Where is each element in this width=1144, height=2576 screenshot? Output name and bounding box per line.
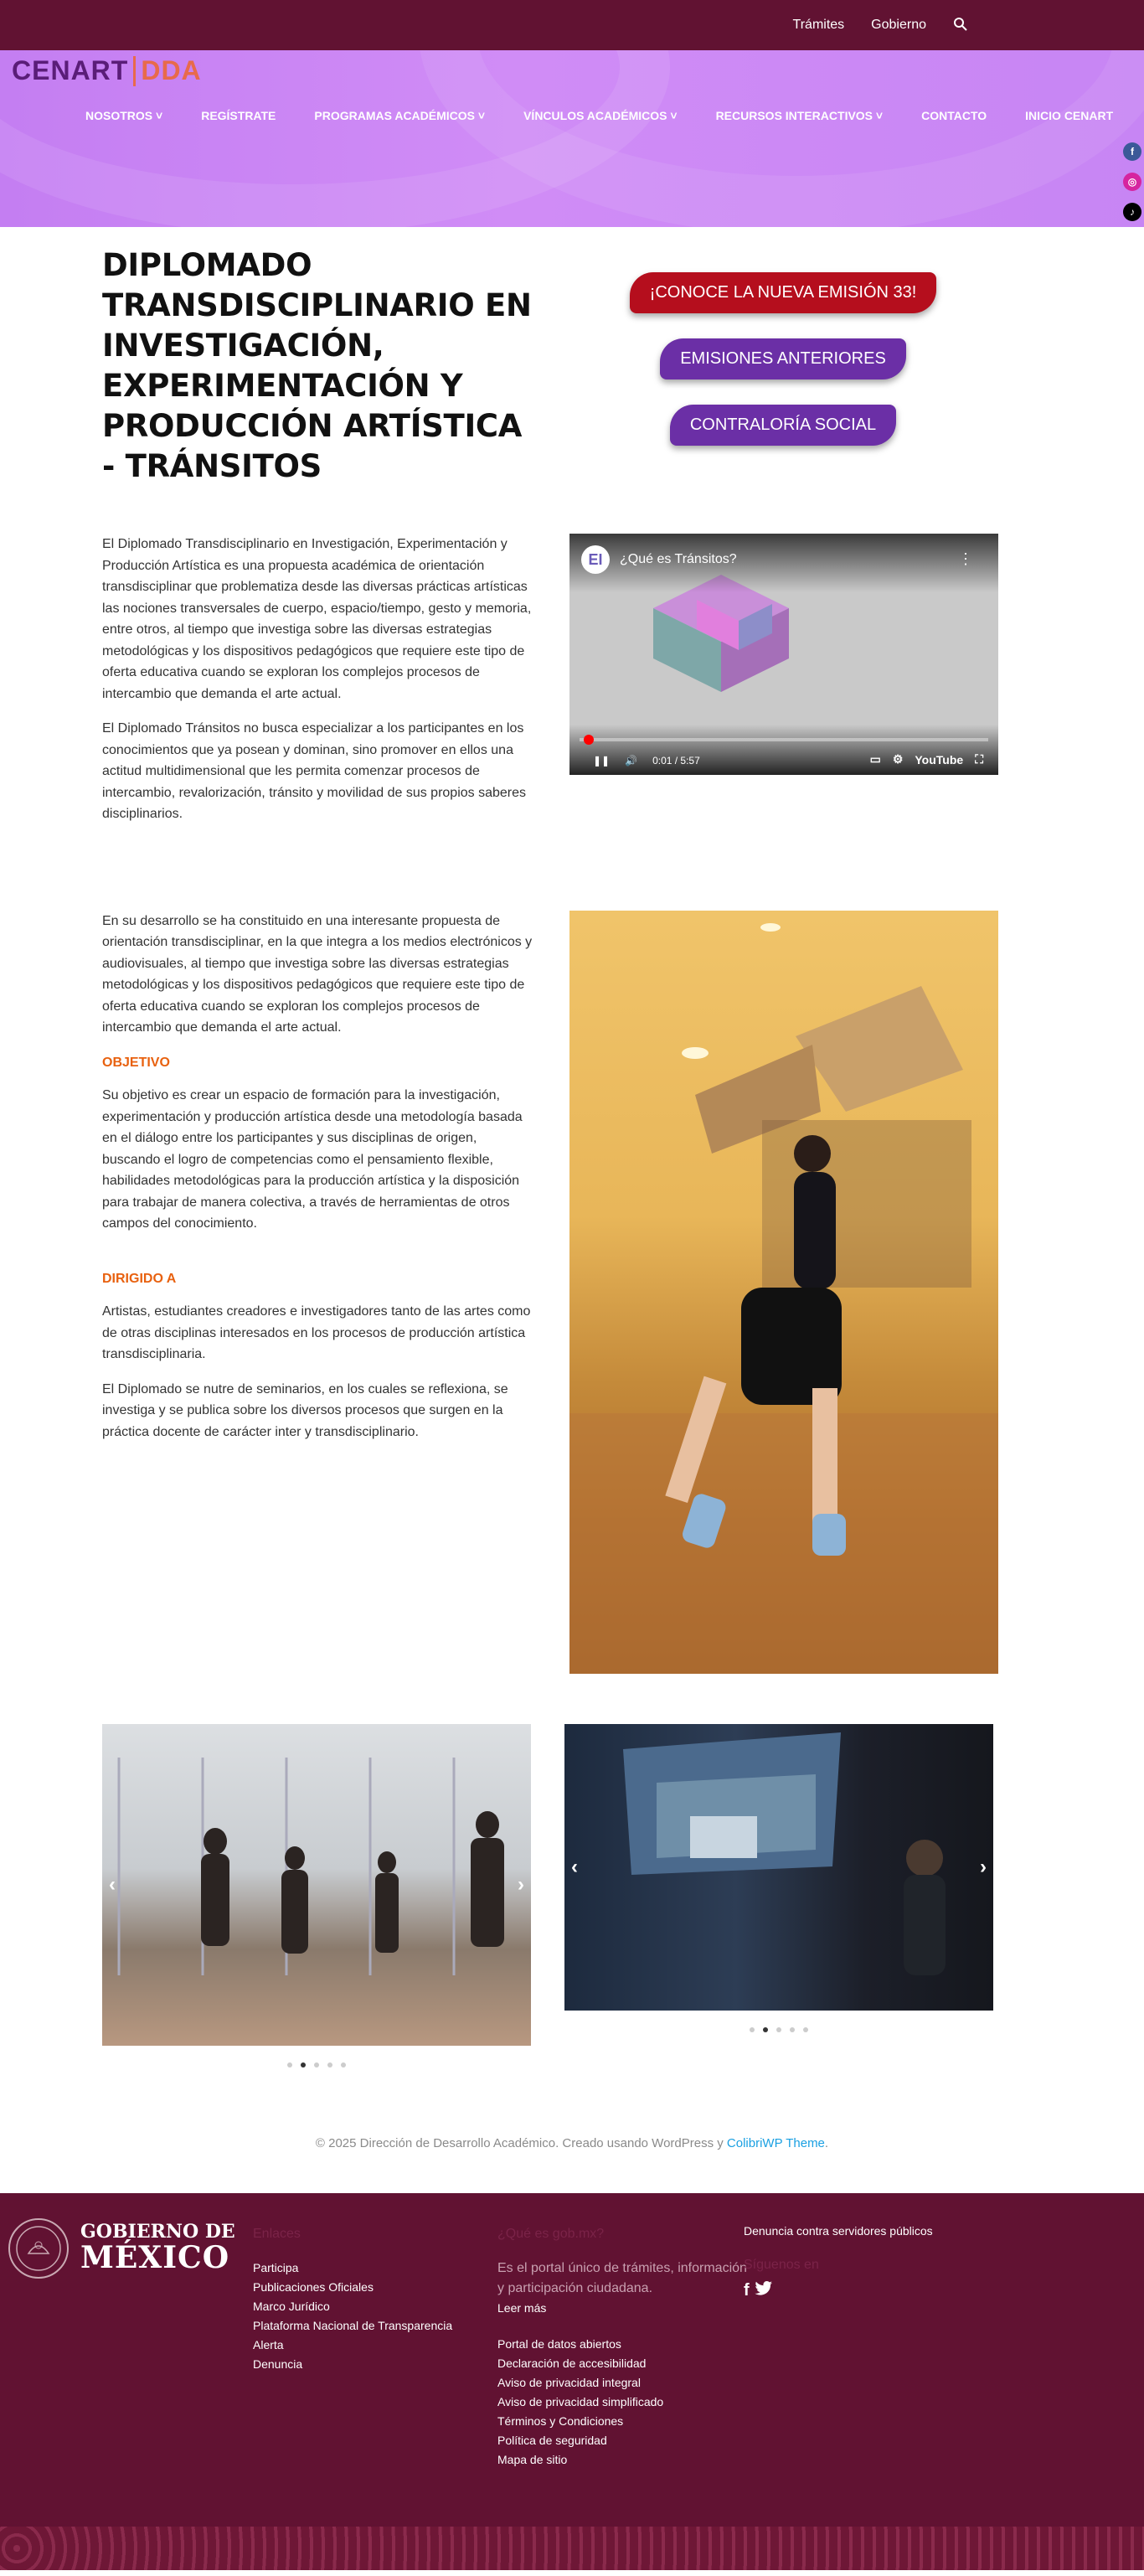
footer-facebook-icon[interactable]: f [744, 2281, 750, 2301]
video-title[interactable]: ¿Qué es Tránsitos? [620, 552, 737, 567]
video-progress-bar[interactable] [580, 735, 988, 745]
dot[interactable] [341, 2062, 346, 2068]
dirigido-heading: DIRIGIDO A [102, 1271, 177, 1286]
progress-knob[interactable] [583, 735, 594, 745]
dot[interactable] [314, 2062, 319, 2068]
settings-icon[interactable]: ⚙ [893, 752, 904, 767]
dot[interactable] [750, 2026, 755, 2032]
logo-dda: DDA [141, 55, 202, 85]
volume-icon[interactable]: 🔊 [625, 755, 637, 767]
credit-end: . [824, 2135, 829, 2150]
colibri-link[interactable]: ColibriWP Theme [727, 2136, 825, 2150]
dot[interactable] [327, 2062, 332, 2068]
development-paragraph: En su desarrollo se ha constituido en un… [102, 913, 533, 1035]
carousel-1[interactable]: ‹ › [102, 1723, 531, 2068]
footer-link-denuncia[interactable]: Denuncia [253, 2355, 452, 2374]
more-options-icon[interactable]: ⋮ [958, 550, 973, 568]
carousel-1-next-arrow[interactable]: › [518, 1873, 524, 1897]
nav-item-recursos[interactable]: RECURSOS INTERACTIVOS ˅ [716, 109, 884, 122]
footer-link-pnt[interactable]: Plataforma Nacional de Transparencia [253, 2316, 452, 2336]
site-credit: © 2025 Dirección de Desarrollo Académico… [0, 2136, 1144, 2193]
nav-item-contacto[interactable]: CONTACTO [921, 109, 987, 122]
credit-text: © 2025 Dirección de Desarrollo Académico… [315, 2135, 727, 2150]
gobierno-link[interactable]: Gobierno [871, 18, 926, 33]
search-icon[interactable] [953, 17, 970, 34]
page-title: DIPLOMADO TRANSDISCIPLINARIO EN INVESTIG… [102, 247, 532, 484]
nueva-emision-button[interactable]: ¡CONOCE LA NUEVA EMISIÓN 33! [629, 272, 937, 313]
dot[interactable] [803, 2026, 808, 2032]
objetivo-paragraph: Su objetivo es crear un espacio de forma… [102, 1088, 523, 1231]
nav-item-nosotros[interactable]: NOSOTROS ˅ [85, 109, 162, 122]
intro-paragraph-1: El Diplomado Transdisciplinario en Inves… [102, 537, 532, 701]
channel-avatar[interactable]: EI [581, 545, 610, 574]
subtitles-icon[interactable]: ▭ [870, 752, 881, 767]
intro-paragraph-2: El Diplomado Tránsitos no busca especial… [102, 721, 527, 821]
dance-photo [569, 910, 998, 1674]
footer-link-publicaciones[interactable]: Publicaciones Oficiales [253, 2278, 452, 2297]
instagram-icon[interactable]: ◎ [1123, 173, 1141, 191]
cenart-logo[interactable]: CENART DDA [12, 55, 202, 86]
main-nav: NOSOTROS ˅ REGÍSTRATE PROGRAMAS ACADÉMIC… [0, 109, 1144, 122]
footer-link-alerta[interactable]: Alerta [253, 2336, 452, 2355]
objetivo-heading: OBJETIVO [102, 1055, 170, 1070]
carousel-1-image: ‹ › [102, 1723, 531, 2046]
footer-link-datos[interactable]: Portal de datos abiertos [497, 2335, 749, 2354]
footer-denuncia-servidores[interactable]: Denuncia contra servidores públicos [744, 2222, 933, 2241]
national-seal-icon [8, 2217, 69, 2279]
footer-leer-mas[interactable]: Leer más [497, 2299, 749, 2318]
footer-link-privacidad-integral[interactable]: Aviso de privacidad integral [497, 2373, 749, 2393]
video-player[interactable]: EI ¿Qué es Tránsitos? ⋮ ❚❚ 🔊 0:01 / 5:57… [569, 534, 998, 775]
carousel-2-dots[interactable] [564, 2026, 993, 2032]
carousel-2-next-arrow[interactable]: › [980, 1856, 987, 1879]
nav-item-registrate[interactable]: REGÍSTRATE [201, 109, 276, 122]
carousel-2-image: ‹ › [564, 1723, 993, 2011]
emisiones-anteriores-button[interactable]: EMISIONES ANTERIORES [660, 338, 906, 379]
footer-siguenos-title: Síguenos en [744, 2257, 819, 2272]
footer-gobmx-title: ¿Qué es gob.mx? [497, 2226, 605, 2241]
dot[interactable] [776, 2026, 781, 2032]
footer-link-seguridad[interactable]: Política de seguridad [497, 2431, 749, 2450]
dot[interactable] [763, 2026, 768, 2032]
footer-enlaces-title: Enlaces [253, 2226, 301, 2241]
dot[interactable] [301, 2062, 306, 2068]
top-bar: Trámites Gobierno [0, 0, 1144, 50]
carousel-1-dots[interactable] [102, 2062, 531, 2068]
gob-line-1: GOBIERNO DE [80, 2220, 235, 2243]
footer-gobmx-text: Es el portal único de trámites, informac… [497, 2260, 747, 2295]
tramites-link[interactable]: Trámites [793, 18, 845, 33]
carousel-1-prev-arrow[interactable]: ‹ [109, 1873, 116, 1897]
gobierno-mexico-logo[interactable]: GOBIERNO DE MÉXICO [8, 2217, 235, 2279]
facebook-icon[interactable]: f [1123, 142, 1141, 161]
carousel-2[interactable]: ‹ › [564, 1723, 993, 2068]
tiktok-icon[interactable]: ♪ [1123, 203, 1141, 221]
nav-item-inicio-cenart[interactable]: INICIO CENART [1025, 109, 1113, 122]
footer-link-privacidad-simplificado[interactable]: Aviso de privacidad simplificado [497, 2393, 749, 2412]
hero-header: CENART DDA NOSOTROS ˅ REGÍSTRATE PROGRAM… [0, 50, 1144, 227]
youtube-logo[interactable]: YouTube [915, 753, 963, 767]
footer-twitter-icon[interactable] [755, 2280, 773, 2301]
seminarios-paragraph: El Diplomado se nutre de seminarios, en … [102, 1381, 508, 1439]
dot[interactable] [790, 2026, 795, 2032]
logo-cenart: CENART [12, 55, 129, 85]
contraloria-social-button[interactable]: CONTRALORÍA SOCIAL [669, 405, 897, 446]
footer-link-mapa[interactable]: Mapa de sitio [497, 2450, 749, 2470]
fullscreen-icon[interactable]: ⛶ [975, 752, 983, 767]
nav-item-programas[interactable]: PROGRAMAS ACADÉMICOS ˅ [314, 109, 485, 122]
footer-link-participa[interactable]: Participa [253, 2259, 452, 2278]
pause-icon[interactable]: ❚❚ [593, 755, 610, 767]
gob-line-2: MÉXICO [80, 2239, 230, 2275]
footer-link-accesibilidad[interactable]: Declaración de accesibilidad [497, 2354, 749, 2373]
dot[interactable] [287, 2062, 292, 2068]
video-time: 0:01 / 5:57 [652, 755, 700, 767]
footer: GOBIERNO DE MÉXICO Enlaces Participa Pub… [0, 2192, 1144, 2570]
footer-link-terminos[interactable]: Términos y Condiciones [497, 2412, 749, 2431]
dirigido-paragraph: Artistas, estudiantes creadores e invest… [102, 1304, 531, 1361]
carousel-2-prev-arrow[interactable]: ‹ [571, 1856, 578, 1879]
footer-link-marco[interactable]: Marco Jurídico [253, 2297, 452, 2316]
social-sidebar: f ◎ ♪ X ▶ [1121, 142, 1144, 227]
nav-item-vinculos[interactable]: VÍNCULOS ACADÉMICOS ˅ [523, 109, 677, 122]
footer-pattern [0, 2526, 1144, 2570]
